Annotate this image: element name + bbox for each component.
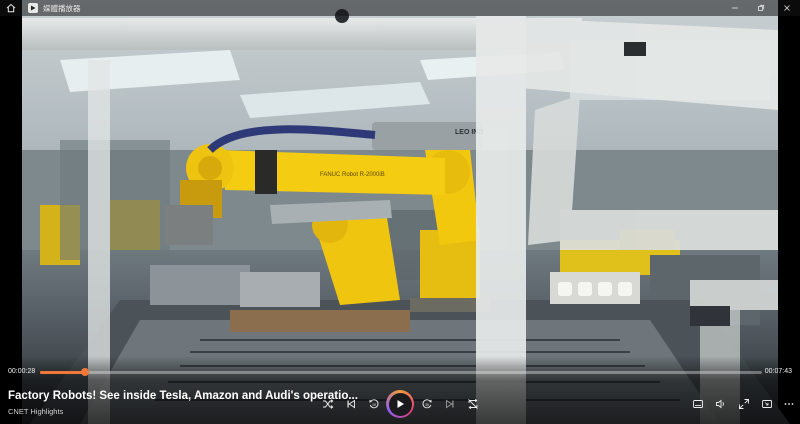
app-icon — [28, 3, 38, 13]
repeat-button[interactable] — [465, 396, 481, 412]
next-button[interactable] — [442, 396, 458, 412]
minimize-button[interactable] — [722, 0, 748, 16]
previous-icon — [347, 399, 355, 409]
window-title: 媒體播放器 — [43, 3, 81, 13]
play-icon — [31, 5, 36, 11]
fullscreen-button[interactable] — [736, 396, 752, 412]
play-button-inner — [388, 392, 412, 416]
captions-button[interactable] — [690, 396, 706, 412]
app-identity: 媒體播放器 — [22, 3, 81, 14]
next-icon — [446, 399, 454, 409]
robot-label-text: FANUC Robot R-2000iB — [320, 172, 385, 178]
total-time: 00:07:43 — [764, 368, 792, 375]
miniplayer-button[interactable] — [759, 396, 775, 412]
maximize-button[interactable] — [748, 0, 774, 16]
play-button[interactable] — [386, 390, 414, 418]
shuffle-button[interactable] — [320, 396, 336, 412]
shuffle-icon — [323, 399, 334, 409]
home-button[interactable] — [0, 0, 22, 16]
seek-bar[interactable] — [40, 368, 762, 376]
title-bar: 媒體播放器 — [0, 0, 800, 16]
current-time: 00:00:28 — [8, 368, 36, 375]
media-channel: CNET Highlights — [8, 407, 64, 416]
rewind-10-icon: 10 — [369, 399, 379, 409]
volume-icon — [716, 399, 724, 409]
svg-text:10: 10 — [372, 403, 376, 407]
play-icon — [397, 400, 404, 408]
repeat-off-icon — [468, 398, 478, 410]
minimize-icon — [732, 7, 738, 9]
seek-bar-progress — [40, 371, 86, 374]
forward-30-icon: 30 — [422, 399, 432, 409]
rewind-button[interactable]: 10 — [366, 396, 382, 412]
more-options-button[interactable] — [781, 396, 797, 412]
previous-button[interactable] — [343, 396, 359, 412]
home-icon — [6, 3, 16, 13]
fullscreen-icon — [739, 399, 749, 409]
media-title: Factory Robots! See inside Tesla, Amazon… — [8, 390, 358, 402]
close-button[interactable] — [774, 0, 800, 16]
play-button-ring — [386, 390, 414, 418]
miniplayer-icon — [762, 400, 772, 408]
more-icon — [784, 403, 794, 405]
maximize-icon — [758, 4, 765, 11]
window-controls — [722, 0, 800, 16]
close-icon — [784, 5, 790, 11]
forward-button[interactable]: 30 — [419, 396, 435, 412]
svg-text:30: 30 — [425, 403, 429, 407]
caption-icon — [693, 400, 703, 408]
volume-button[interactable] — [713, 396, 729, 412]
